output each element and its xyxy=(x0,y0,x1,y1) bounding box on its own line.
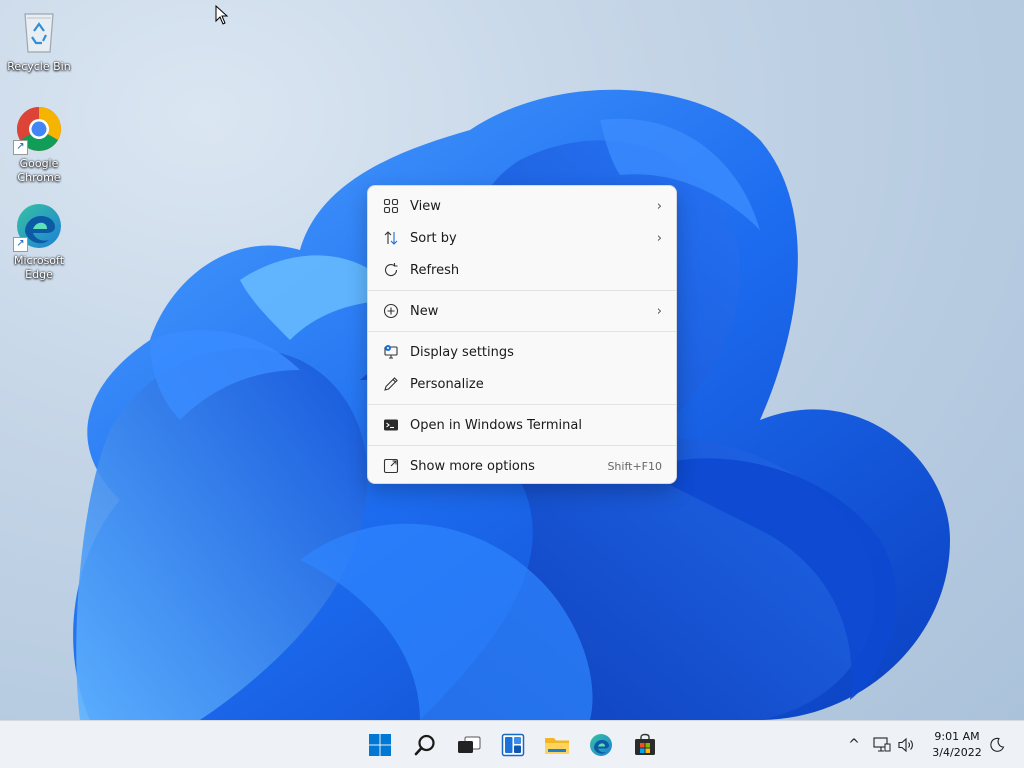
network-status-button[interactable] xyxy=(872,733,892,757)
menu-separator xyxy=(368,445,676,446)
menu-item-refresh[interactable]: Refresh xyxy=(368,254,676,286)
sort-icon xyxy=(382,229,400,247)
desktop-icon-label: Google Chrome xyxy=(17,157,61,184)
network-icon xyxy=(873,737,891,752)
edge-icon xyxy=(590,734,612,756)
shortcut-arrow-icon: ↗ xyxy=(13,237,28,252)
chevron-right-icon: › xyxy=(656,198,662,214)
desktop-icon-label: Microsoft Edge xyxy=(13,254,65,281)
menu-item-label: Personalize xyxy=(410,376,484,392)
taskbar-search-button[interactable] xyxy=(407,727,443,763)
refresh-icon xyxy=(382,261,400,279)
menu-item-label: New xyxy=(410,303,439,319)
widgets-icon xyxy=(501,733,525,757)
show-hidden-icons-button[interactable]: ^ xyxy=(845,733,863,757)
desktop-icon-label: Recycle Bin xyxy=(7,60,71,73)
menu-item-label: Sort by xyxy=(410,230,457,246)
desktop-context-menu: View › Sort by › Refresh New › Display s… xyxy=(367,185,677,484)
taskbar-file-explorer-button[interactable] xyxy=(539,727,575,763)
focus-assist-button[interactable] xyxy=(988,733,1006,757)
search-icon xyxy=(414,734,435,756)
desktop-icon-google-chrome[interactable]: ↗ Google Chrome xyxy=(1,105,77,185)
expand-icon xyxy=(382,457,400,475)
chevron-right-icon: › xyxy=(656,230,662,246)
view-grid-icon xyxy=(382,197,400,215)
chrome-icon: ↗ xyxy=(13,105,63,155)
menu-separator xyxy=(368,290,676,291)
menu-item-show-more-options[interactable]: Show more options Shift+F10 xyxy=(368,450,676,482)
menu-item-personalize[interactable]: Personalize xyxy=(368,368,676,400)
volume-icon xyxy=(898,737,913,753)
menu-item-label: Refresh xyxy=(410,262,460,278)
menu-item-open-terminal[interactable]: Open in Windows Terminal xyxy=(368,409,676,441)
clock-date: 3/4/2022 xyxy=(932,746,982,759)
taskbar-clock[interactable]: 9:01 AM 3/4/2022 xyxy=(926,729,988,761)
shortcut-arrow-icon: ↗ xyxy=(13,140,28,155)
chevron-up-icon: ^ xyxy=(848,737,860,753)
volume-button[interactable] xyxy=(897,733,917,757)
menu-item-display-settings[interactable]: Display settings xyxy=(368,336,676,368)
menu-item-view[interactable]: View › xyxy=(368,190,676,222)
keyboard-shortcut-label: Shift+F10 xyxy=(607,459,662,473)
taskbar-edge-button[interactable] xyxy=(583,727,619,763)
taskbar: ^ 9:01 AM 3/4/2022 xyxy=(0,720,1024,768)
recycle-bin-icon xyxy=(15,8,63,56)
pen-icon xyxy=(382,375,400,393)
menu-separator xyxy=(368,331,676,332)
windows-start-icon xyxy=(369,734,391,756)
taskbar-store-button[interactable] xyxy=(627,727,663,763)
menu-separator xyxy=(368,404,676,405)
menu-item-label: Show more options xyxy=(410,458,535,474)
file-explorer-icon xyxy=(545,738,569,754)
terminal-icon xyxy=(382,416,400,434)
menu-item-label: Display settings xyxy=(410,344,514,360)
taskbar-task-view-button[interactable] xyxy=(451,727,487,763)
desktop-icon-microsoft-edge[interactable]: ↗ Microsoft Edge xyxy=(1,202,77,282)
store-icon xyxy=(635,733,655,755)
chevron-right-icon: › xyxy=(656,303,662,319)
menu-item-sort-by[interactable]: Sort by › xyxy=(368,222,676,254)
plus-circle-icon xyxy=(382,302,400,320)
moon-icon xyxy=(990,737,1005,752)
menu-item-label: Open in Windows Terminal xyxy=(410,417,582,433)
taskbar-start-button[interactable] xyxy=(362,727,398,763)
task-view-icon xyxy=(458,736,481,753)
taskbar-widgets-button[interactable] xyxy=(495,727,531,763)
mouse-cursor-icon xyxy=(215,5,229,25)
clock-time: 9:01 AM xyxy=(934,730,980,743)
desktop-icon-recycle-bin[interactable]: Recycle Bin xyxy=(1,8,77,74)
edge-icon: ↗ xyxy=(13,202,63,252)
menu-item-label: View xyxy=(410,198,441,214)
display-settings-icon xyxy=(382,343,400,361)
menu-item-new[interactable]: New › xyxy=(368,295,676,327)
